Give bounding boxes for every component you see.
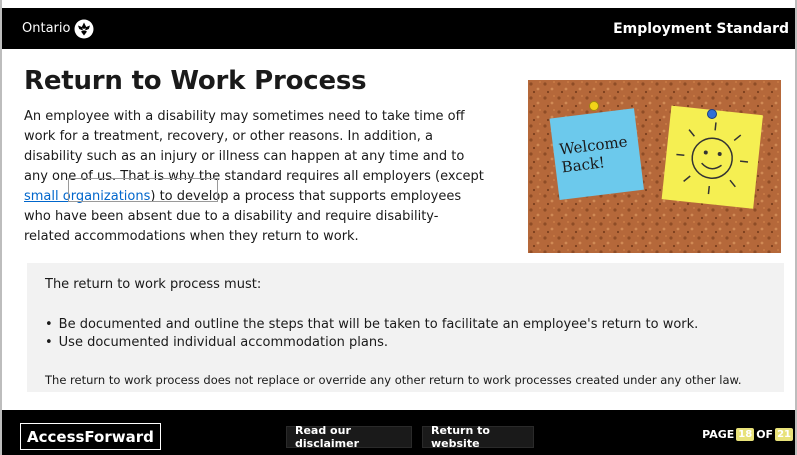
requirements-panel: The return to work process must: Be docu…: [27, 263, 784, 392]
welcome-back-picture: Welcome Back!: [528, 80, 781, 253]
total-page-number: 21: [775, 428, 793, 441]
intro-paragraph: An employee with a disability may someti…: [24, 107, 484, 247]
blue-sticky-note: Welcome Back!: [549, 108, 644, 200]
list-item: Be documented and outline the steps that…: [45, 316, 699, 334]
of-word: OF: [756, 428, 774, 441]
top-bar: Ontario Employment Standard: [2, 8, 795, 49]
panel-note: The return to work process does not repl…: [45, 373, 742, 387]
module-title: Employment Standard: [613, 20, 789, 37]
page-word: PAGE: [702, 428, 735, 441]
ontario-wordmark: Ontario: [22, 21, 71, 36]
requirements-list: Be documented and outline the steps that…: [45, 316, 699, 352]
page-title: Return to Work Process: [24, 66, 367, 96]
bottom-bar: AccessForward Read our disclaimer Return…: [2, 410, 795, 455]
ontario-brand: Ontario: [22, 19, 94, 39]
intro-text-t: t: [478, 169, 484, 184]
yellow-sticky-note: [661, 105, 763, 209]
yellow-pin-icon: [589, 101, 599, 111]
link-focus-outline: [68, 178, 218, 202]
intro-text-start: An employee with a disability may someti…: [24, 109, 479, 184]
page-indicator: PAGE 18 OF 21: [702, 428, 793, 441]
accessforward-logo: AccessForward: [20, 423, 161, 450]
current-page-number: 18: [736, 428, 755, 441]
ontario-trillium-icon: [74, 19, 94, 38]
blue-pin-icon: [707, 109, 717, 119]
panel-intro: The return to work process must:: [45, 277, 262, 292]
read-disclaimer-button[interactable]: Read our disclaimer: [286, 424, 412, 450]
return-to-website-button[interactable]: Return to website: [422, 424, 534, 450]
list-item: Use documented individual accommodation …: [45, 334, 698, 352]
